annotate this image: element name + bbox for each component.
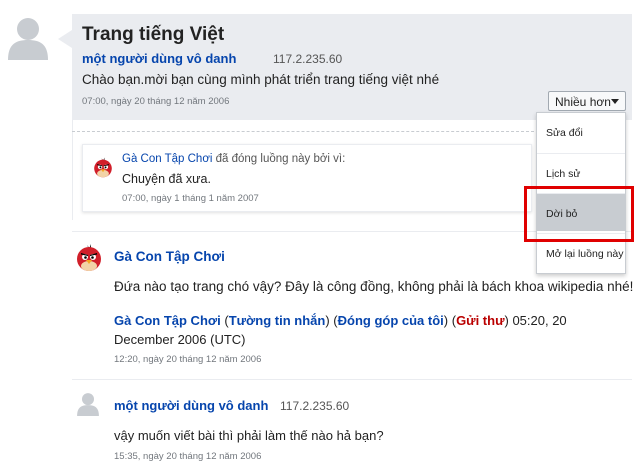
post-body: Đứa nào tạo trang chó vậy? Đây là công đ… (114, 279, 634, 294)
angry-bird-avatar-icon (74, 242, 104, 272)
signature-mail-link[interactable]: Gửi thư (456, 313, 504, 328)
post-author-link[interactable]: Gà Con Tập Chơi (114, 249, 225, 264)
highlight-box (524, 186, 634, 242)
post-author-link[interactable]: một người dùng vô danh (114, 398, 268, 413)
thread-line (72, 120, 73, 220)
closed-notice-suffix: đã đóng luồng này bởi vì: (212, 153, 346, 165)
more-actions-button[interactable]: Nhiều hơn (548, 91, 626, 111)
post-divider (72, 379, 632, 380)
dashed-separator (72, 131, 534, 132)
closed-by-user-link[interactable]: Gà Con Tập Chơi (122, 153, 212, 165)
topic-author-link[interactable]: một người dùng vô danh (82, 51, 236, 66)
post-author-ip: 117.2.235.60 (280, 399, 350, 413)
caret-down-icon (611, 99, 619, 104)
anonymous-avatar-icon (8, 16, 48, 60)
signature-wall-link[interactable]: Tường tin nhắn (229, 313, 326, 328)
closed-reason: Chuyện đã xưa. (122, 172, 211, 186)
anonymous-avatar-icon (76, 392, 100, 416)
more-actions-label: Nhiều hơn (555, 95, 611, 109)
menu-item-edit[interactable]: Sửa đổi (537, 113, 625, 153)
topic-title: Trang tiếng Việt (82, 24, 225, 45)
topic-body: Chào bạn.mời bạn cùng mình phát triển tr… (82, 72, 440, 87)
user-signature: Gà Con Tập Chơi (Tường tin nhắn) (Đóng g… (114, 313, 567, 347)
signature-user-link[interactable]: Gà Con Tập Chơi (114, 313, 221, 328)
post-timestamp[interactable]: 12:20, ngày 20 tháng 12 năm 2006 (114, 354, 261, 365)
topic-timestamp[interactable]: 07:00, ngày 20 tháng 12 năm 2006 (82, 96, 229, 107)
closed-notice-timestamp: 07:00, ngày 1 tháng 1 năm 2007 (122, 193, 259, 204)
topic-author-ip: 117.2.235.60 (273, 52, 343, 66)
closed-notice-header: Gà Con Tập Chơi đã đóng luồng này bởi vì… (122, 153, 345, 165)
signature-contrib-link[interactable]: Đóng góp của tôi (338, 313, 444, 328)
post-body: vậy muốn viết bài thì phải làm thế nào h… (114, 428, 384, 443)
post-timestamp[interactable]: 15:35, ngày 20 tháng 12 năm 2006 (114, 451, 261, 462)
card-notch (58, 30, 72, 48)
angry-bird-avatar-icon (92, 156, 114, 178)
